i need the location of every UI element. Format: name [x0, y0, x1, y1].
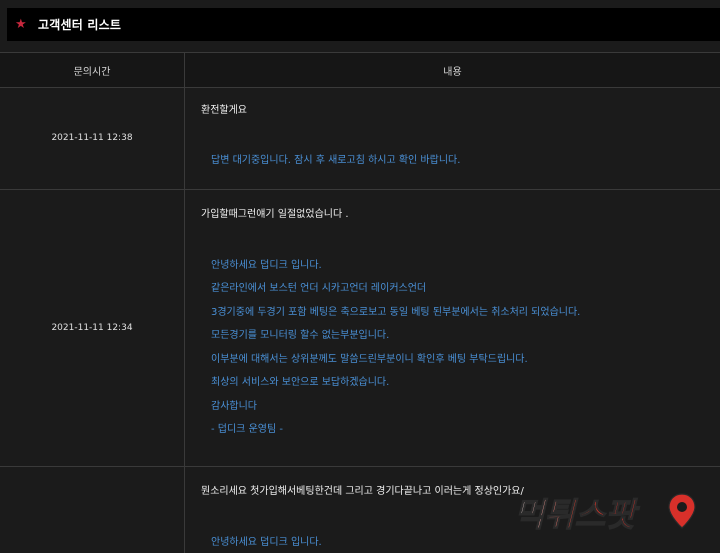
question-text: 환전할게요 — [201, 105, 247, 116]
answer-line: - 덥디크 운영팀 - — [211, 424, 283, 435]
answer-line: 3경기중에 두경기 포함 베팅은 축으로보고 동일 베팅 된부분에서는 취소처리… — [211, 307, 581, 318]
star-icon: ★ — [15, 17, 27, 32]
answer-line: 안녕하세요 덥디크 입니다. — [211, 537, 322, 548]
answer-line: 안녕하세요 덥디크 입니다. — [211, 260, 322, 271]
table-row[interactable]: 2021-11-11 12:38 환전할게요 답변 대기중입니다. 잠시 후 새… — [0, 87, 720, 190]
answer-line: 이부분에 대해서는 상위분께도 말씀드린부분이니 확인후 베팅 부탁드립니다. — [211, 354, 528, 365]
watermark-logo: 먹튀스팟 — [513, 493, 696, 535]
page-title: 고객센터 리스트 — [38, 18, 122, 32]
question-text: 뭔소리세요 첫가입해서베팅한건데 그리고 경기다끝나고 이러는게 정상인가요/ — [201, 486, 524, 497]
header-content: 내용 — [443, 66, 462, 78]
column-divider — [184, 52, 185, 553]
answer-line: 답변 대기중입니다. 잠시 후 새로고침 하시고 확인 바랍니다. — [211, 155, 461, 166]
inquiry-time: 2021-11-11 12:38 — [51, 133, 133, 143]
answer-line: 감사합니다 — [211, 401, 257, 412]
answer-line: 최상의 서비스와 보안으로 보답하겠습니다. — [211, 377, 390, 388]
question-text: 가입할때그런얘기 일절없었습니다 . — [201, 209, 349, 220]
answer-line: 같은라인에서 보스턴 언더 시카고언더 레이커스언더 — [211, 283, 427, 294]
location-pin-icon — [668, 493, 696, 529]
header-time: 문의시간 — [73, 66, 111, 78]
table-header: 문의시간 내용 — [0, 52, 720, 88]
table-row[interactable]: 2021-11-11 12:34 가입할때그런얘기 일절없었습니다 . 안녕하세… — [0, 190, 720, 467]
inquiry-time: 2021-11-11 12:34 — [51, 323, 133, 333]
answer-line: 모든경기를 모니터링 할수 없는부분입니다. — [211, 330, 390, 341]
svg-text:먹튀스팟: 먹튀스팟 — [514, 495, 640, 534]
inquiry-time — [0, 467, 184, 553]
title-bar: ★ 고객센터 리스트 — [7, 8, 720, 41]
